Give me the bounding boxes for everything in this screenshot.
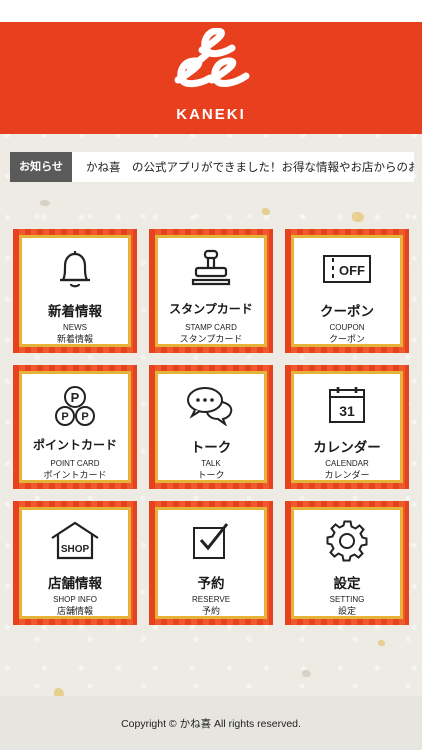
coin-letter: P <box>81 411 88 423</box>
tile-subtitle-en: TALK <box>201 459 221 468</box>
status-bar <box>0 0 422 22</box>
footer: Copyright © かね喜 All rights reserved. <box>0 696 422 750</box>
tile-subtitle-en: STAMP CARD <box>185 323 237 332</box>
news-ticker[interactable]: お知らせ かね喜 の公式アプリができました！お得な情報やお店からのお <box>10 152 414 182</box>
shop-icon-text: SHOP <box>61 544 90 555</box>
menu-tile-talk[interactable]: トーク TALK トーク <box>149 365 273 489</box>
tile-title: 店舗情報 <box>48 576 102 592</box>
bell-icon <box>22 248 128 292</box>
tile-title: クーポン <box>320 304 374 320</box>
paper-fleck <box>302 670 311 677</box>
tile-subtitle-ja: カレンダー <box>324 471 370 481</box>
tile-subtitle-ja: ポイントカード <box>43 471 107 481</box>
brand-name: KANEKI <box>176 106 246 123</box>
gold-fleck <box>378 640 385 646</box>
copyright-text: Copyright © かね喜 All rights reserved. <box>121 718 301 730</box>
checkbox-icon <box>158 520 264 564</box>
tile-title: スタンプカード <box>169 302 253 316</box>
menu-tile-reserve[interactable]: 予約 RESERVE 予約 <box>149 501 273 625</box>
tile-subtitle-ja: 予約 <box>201 607 220 617</box>
menu-tile-point-card[interactable]: PPP ポイントカード POINT CARD ポイントカード <box>13 365 137 489</box>
tile-subtitle-ja: 設定 <box>337 607 356 617</box>
coin-letter: P <box>61 411 68 423</box>
tile-subtitle-en: NEWS <box>63 323 87 332</box>
tile-subtitle-en: RESERVE <box>191 595 231 604</box>
tile-subtitle-ja: 新着情報 <box>56 335 93 345</box>
coupon-icon: OFF <box>294 248 400 292</box>
gold-fleck <box>352 212 364 222</box>
menu-tile-news[interactable]: 新着情報 NEWS 新着情報 <box>13 229 137 353</box>
tile-subtitle-ja: トーク <box>197 471 225 481</box>
news-label: お知らせ <box>10 152 72 182</box>
tile-subtitle-en: SETTING <box>329 595 365 604</box>
tile-subtitle-ja: クーポン <box>328 335 365 345</box>
menu-tile-stamp-card[interactable]: スタンプカード STAMP CARD スタンプカード <box>149 229 273 353</box>
tile-title: 設定 <box>333 576 361 592</box>
tile-title: 予約 <box>197 576 225 592</box>
coin-letter: P <box>71 390 80 405</box>
menu-tile-calendar[interactable]: 31 カレンダー CALENDAR カレンダー <box>285 365 409 489</box>
stamp-icon <box>158 248 264 292</box>
shop-icon: SHOP <box>22 520 128 564</box>
tile-title: ポイントカード <box>32 438 117 452</box>
menu-tile-setting[interactable]: 設定 SETTING 設定 <box>285 501 409 625</box>
gear-icon <box>294 520 400 564</box>
kaneki-logo-icon <box>174 28 250 88</box>
gold-fleck <box>262 208 270 215</box>
tile-subtitle-en: CALENDAR <box>325 459 369 468</box>
menu-tile-coupon[interactable]: OFF クーポン COUPON クーポン <box>285 229 409 353</box>
tile-subtitle-ja: 店舗情報 <box>56 607 93 617</box>
coupon-icon-text: OFF <box>339 263 365 278</box>
chat-bubbles-icon <box>158 384 264 428</box>
point-coins-icon: PPP <box>22 384 128 428</box>
calendar-day: 31 <box>339 403 355 419</box>
tile-subtitle-en: COUPON <box>329 323 365 332</box>
menu-tile-shop-info[interactable]: SHOP 店舗情報 SHOP INFO 店舗情報 <box>13 501 137 625</box>
tile-title: カレンダー <box>313 440 381 456</box>
brand-logo: KANEKI <box>0 22 422 134</box>
tile-subtitle-ja: スタンプカード <box>179 335 243 345</box>
tile-title: トーク <box>190 440 232 456</box>
app-header: KANEKI <box>0 22 422 134</box>
paper-fleck <box>40 200 50 206</box>
calendar-icon: 31 <box>294 384 400 428</box>
tile-subtitle-en: POINT CARD <box>50 459 100 468</box>
tile-title: 新着情報 <box>48 304 102 320</box>
tile-subtitle-en: SHOP INFO <box>53 595 97 604</box>
news-text[interactable]: かね喜 の公式アプリができました！お得な情報やお店からのお <box>86 152 414 182</box>
